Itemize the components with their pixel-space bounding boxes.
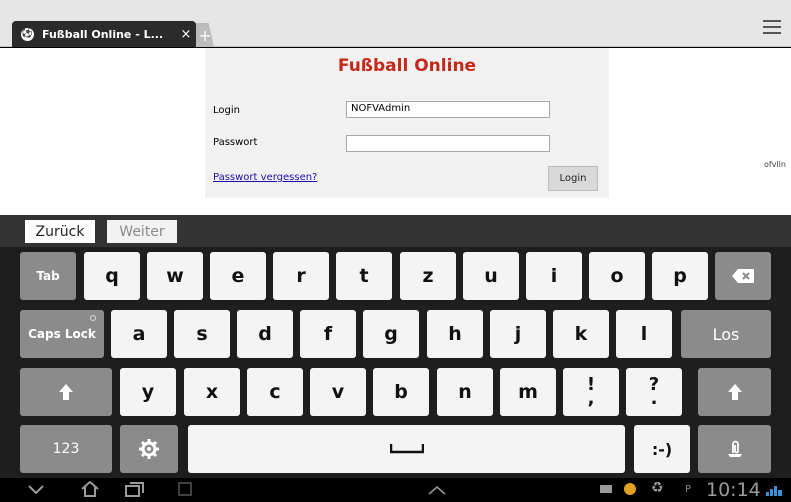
- numbers-key[interactable]: 123: [20, 425, 112, 473]
- key-o[interactable]: o: [589, 252, 645, 300]
- browser-tab[interactable]: ⚽ Fußball Online - L... ×: [12, 21, 196, 47]
- home-icon[interactable]: [80, 481, 100, 497]
- key-r[interactable]: r: [273, 252, 329, 300]
- smiley-key[interactable]: :-): [634, 425, 690, 473]
- app-notification-icon: [624, 483, 636, 495]
- enter-key[interactable]: Los: [681, 310, 771, 358]
- login-panel: Fußball Online Login NOFVAdmin Passwort …: [205, 48, 609, 198]
- right-edge-text: ofvlin: [764, 160, 786, 169]
- status-letter: P: [685, 484, 692, 495]
- key-period-label: .: [650, 388, 658, 409]
- caps-lock-indicator-icon: [90, 315, 96, 321]
- key-k[interactable]: k: [553, 310, 609, 358]
- browser-tabbar: ⚽ Fußball Online - L... × +: [0, 0, 791, 47]
- system-bar: ♻ P 10:14: [0, 478, 791, 502]
- shift-arrow-icon: [727, 384, 742, 400]
- login-input[interactable]: NOFVAdmin: [346, 101, 550, 118]
- key-a[interactable]: a: [111, 310, 167, 358]
- key-l[interactable]: l: [616, 310, 672, 358]
- key-w[interactable]: w: [147, 252, 203, 300]
- tab-key[interactable]: Tab: [20, 252, 76, 300]
- key-j[interactable]: j: [490, 310, 546, 358]
- recycle-icon: ♻: [651, 480, 664, 496]
- site-favicon-icon: ⚽: [21, 27, 34, 41]
- login-button[interactable]: Login: [548, 166, 598, 191]
- forgot-password-link[interactable]: Passwort vergessen?: [213, 172, 317, 183]
- key-g[interactable]: g: [363, 310, 419, 358]
- screenshot-icon[interactable]: [178, 482, 192, 496]
- key-x[interactable]: x: [184, 368, 240, 416]
- key-s[interactable]: s: [174, 310, 230, 358]
- key-z[interactable]: z: [400, 252, 456, 300]
- clipboard-key[interactable]: [698, 425, 771, 473]
- web-content: Fußball Online Login NOFVAdmin Passwort …: [0, 48, 791, 215]
- key-n[interactable]: n: [437, 368, 493, 416]
- clip-icon: [727, 440, 742, 457]
- key-v[interactable]: v: [310, 368, 366, 416]
- key-q[interactable]: q: [84, 252, 140, 300]
- key-t[interactable]: t: [336, 252, 392, 300]
- caps-lock-key[interactable]: Caps Lock: [20, 310, 104, 358]
- new-tab-button[interactable]: +: [196, 23, 214, 47]
- key-i[interactable]: i: [526, 252, 582, 300]
- shift-right-key[interactable]: [698, 368, 771, 416]
- space-key[interactable]: [188, 425, 625, 473]
- next-button[interactable]: Weiter: [107, 220, 177, 243]
- up-chevron-icon[interactable]: [428, 486, 446, 495]
- key-question-period[interactable]: ? .: [626, 368, 682, 416]
- key-e[interactable]: e: [210, 252, 266, 300]
- key-p[interactable]: p: [652, 252, 708, 300]
- settings-key[interactable]: [120, 425, 178, 473]
- wifi-icon: [766, 486, 782, 496]
- site-title: Fußball Online: [337, 56, 477, 76]
- backspace-key[interactable]: [715, 252, 771, 300]
- password-label: Passwort: [213, 137, 258, 148]
- form-navigation-bar: Zurück Weiter: [0, 215, 791, 247]
- shift-arrow-icon: [59, 384, 73, 400]
- key-m[interactable]: m: [500, 368, 556, 416]
- recent-apps-icon[interactable]: [125, 482, 145, 497]
- tab-close-icon[interactable]: ×: [176, 27, 196, 42]
- notification-icon: [600, 485, 612, 493]
- browser-menu-icon[interactable]: [763, 20, 781, 36]
- key-exclamation-comma[interactable]: ! ,: [563, 368, 619, 416]
- onscreen-keyboard: Tab q w e r t z u i o p Caps Lock a s d …: [0, 247, 791, 478]
- key-u[interactable]: u: [463, 252, 519, 300]
- tab-title: Fußball Online - L...: [42, 27, 164, 41]
- backspace-icon: [732, 269, 754, 283]
- key-b[interactable]: b: [373, 368, 429, 416]
- caps-lock-label: Caps Lock: [28, 327, 96, 341]
- back-chevron-icon[interactable]: [28, 485, 44, 495]
- password-input[interactable]: [346, 135, 550, 152]
- clock: 10:14: [706, 479, 761, 501]
- back-button[interactable]: Zurück: [25, 220, 95, 243]
- login-label: Login: [213, 105, 240, 116]
- key-y[interactable]: y: [120, 368, 176, 416]
- key-h[interactable]: h: [427, 310, 483, 358]
- key-c[interactable]: c: [247, 368, 303, 416]
- key-comma-label: ,: [587, 388, 595, 409]
- key-f[interactable]: f: [300, 310, 356, 358]
- key-d[interactable]: d: [237, 310, 293, 358]
- gear-icon: [139, 439, 159, 459]
- shift-left-key[interactable]: [20, 368, 112, 416]
- space-icon: [389, 444, 424, 454]
